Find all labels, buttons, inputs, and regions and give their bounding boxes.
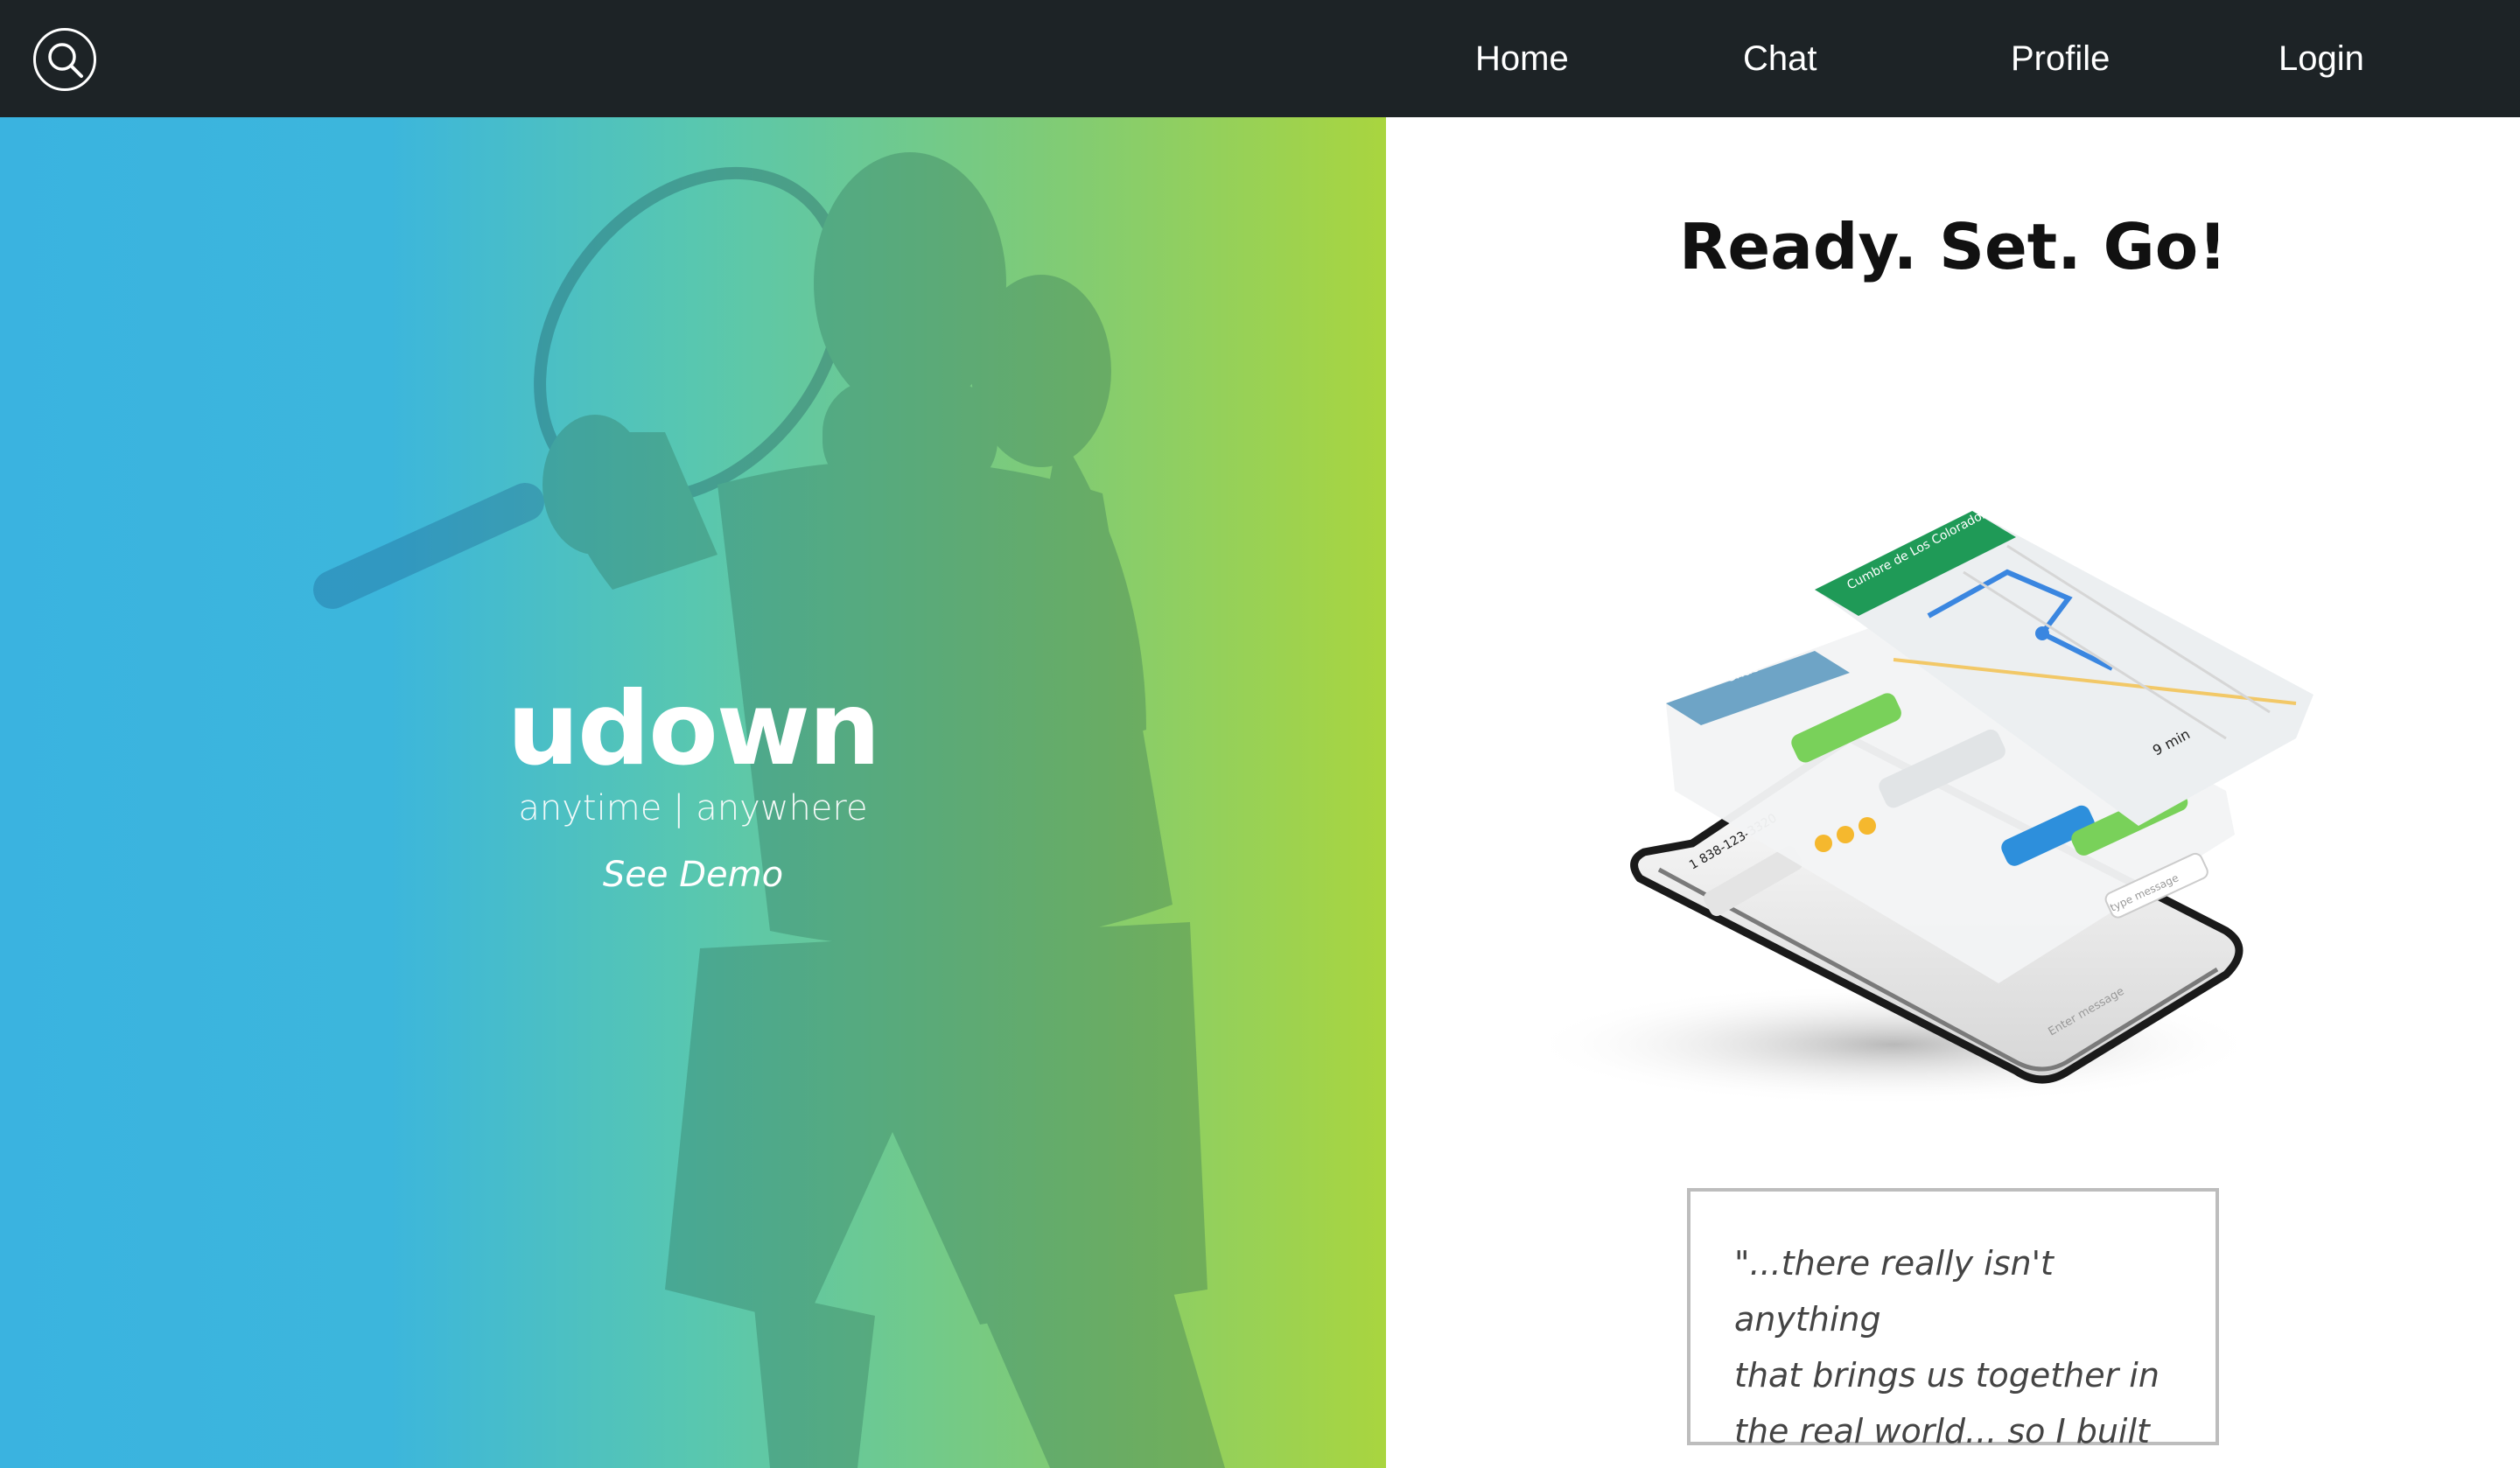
testimonial-quote-box: "...there really isn't anything that bri… bbox=[1687, 1188, 2219, 1451]
phone-mockup-illustration: 1 838-123-3320 Enter message Chat type m… bbox=[1526, 507, 2314, 1106]
quote-line-1: "...there really isn't anything bbox=[1734, 1244, 2054, 1339]
intro-panel: Ready. Set. Go! 1 838-123-3320 Enter mes… bbox=[1386, 117, 2520, 1468]
search-logo-button[interactable] bbox=[33, 28, 96, 91]
panel-headline: Ready. Set. Go! bbox=[1678, 210, 2228, 283]
brand-title: udown bbox=[507, 670, 880, 788]
quote-line-2: that brings us together in bbox=[1734, 1356, 2160, 1395]
nav-home-link[interactable]: Home bbox=[1475, 35, 1569, 82]
top-navbar: Home Chat Profile Login bbox=[0, 0, 2520, 117]
quote-line-3: the real world... so I built it." bbox=[1734, 1412, 2150, 1451]
hero-section: udown anytime | anywhere See Demo bbox=[0, 117, 1386, 1468]
brand-tagline: anytime | anywhere bbox=[518, 788, 868, 828]
nav-chat-link[interactable]: Chat bbox=[1743, 35, 1817, 82]
see-demo-link[interactable]: See Demo bbox=[0, 850, 1386, 899]
nav-profile-link[interactable]: Profile bbox=[2011, 35, 2110, 82]
nav-login-link[interactable]: Login bbox=[2278, 35, 2364, 82]
search-icon bbox=[48, 43, 83, 78]
